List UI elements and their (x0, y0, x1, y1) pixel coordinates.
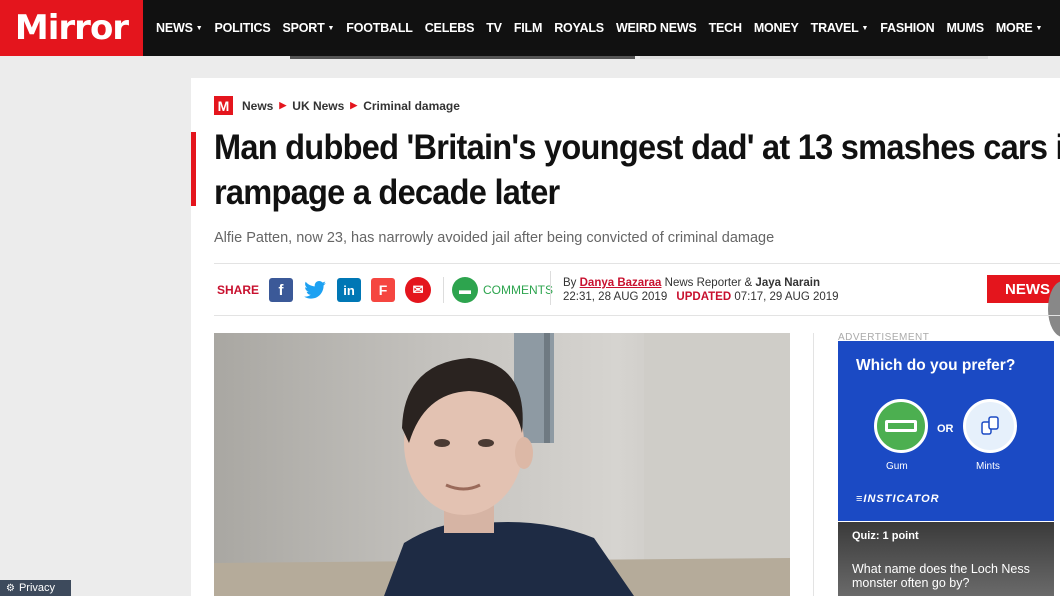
chevron-down-icon: ▼ (327, 24, 335, 32)
nav-item-news[interactable]: NEWS ▼ (150, 21, 208, 35)
header-ad-strip-right (640, 56, 988, 59)
article-container: M News ▶ UK News ▶ Criminal damage Man d… (191, 78, 1060, 596)
top-navigation-bar: Mirror NEWS ▼ POLITICS SPORT ▼ FOOTBALL CELEBS… (0, 0, 1060, 56)
updated-time: 07:17, 29 AUG 2019 (734, 291, 839, 303)
nav-item-label: FASHION (880, 21, 935, 35)
nav-item-weird-news[interactable]: WEIRD NEWS (610, 21, 703, 35)
nav-item-label: CELEBS (424, 21, 475, 35)
mints-option-button[interactable] (963, 399, 1017, 453)
mints-icon (981, 416, 999, 435)
byline: By Danya Bazaraa News Reporter & Jaya Na… (563, 276, 839, 304)
mirror-m-icon[interactable]: M (214, 96, 233, 115)
email-icon[interactable]: ✉ (405, 277, 432, 303)
nav-item-tv[interactable]: TV (480, 21, 508, 35)
nav-item-royals[interactable]: ROYALS (548, 21, 610, 35)
nav-item-label: POLITICS (214, 21, 271, 35)
nav-item-label: TRAVEL (810, 21, 859, 35)
share-divider (443, 277, 445, 303)
quiz-widget[interactable]: Quiz: 1 point What name does the Loch Ne… (838, 522, 1054, 596)
updated-label: UPDATED (676, 291, 732, 303)
byline-divider (550, 271, 551, 305)
chevron-down-icon: ▼ (861, 24, 869, 32)
byline-by: By (563, 277, 577, 289)
nav-item-label: MONEY (753, 21, 799, 35)
quiz-tag: Quiz: 1 point (852, 530, 919, 542)
nav-item-film[interactable]: FILM (508, 21, 548, 35)
nav-item-label: NEWS (156, 21, 193, 35)
chevron-down-icon: ▼ (1035, 24, 1043, 32)
linkedin-icon[interactable]: in (337, 278, 362, 302)
nav-item-money[interactable]: MONEY (748, 21, 805, 35)
breadcrumb-item-uk-news[interactable]: UK News (292, 99, 344, 113)
article-headline: Man dubbed 'Britain's youngest dad' at 1… (214, 125, 1060, 215)
nav-item-label: MUMS (946, 21, 984, 35)
breadcrumb-item-news[interactable]: News (242, 99, 273, 113)
comments-link[interactable]: COMMENTS (483, 283, 553, 297)
privacy-label: Privacy (18, 582, 56, 594)
header-ad-strip (290, 56, 635, 59)
nav-item-politics[interactable]: POLITICS (208, 21, 276, 35)
chevron-right-icon: ▶ (350, 100, 358, 110)
published-time: 22:31, 28 AUG 2019 (563, 291, 668, 303)
nav-item-celebs[interactable]: CELEBS (419, 21, 481, 35)
chevron-right-icon: ▶ (279, 100, 287, 110)
insticator-logo[interactable]: ≡INSTICATOR (856, 493, 940, 505)
nav-item-label: FOOTBALL (346, 21, 413, 35)
headline-line-1: Man dubbed 'Britain's youngest dad' at 1… (214, 128, 1060, 167)
poll-or-label: OR (937, 423, 954, 435)
author-link-1[interactable]: Danya Bazaraa (580, 277, 662, 289)
article-hero-image[interactable] (214, 333, 790, 596)
nav-item-label: MORE (995, 21, 1033, 35)
poll-widget: Which do you prefer? OR Gum Mints ≡INSTI… (838, 341, 1054, 521)
breadcrumb-item-criminal-damage[interactable]: Criminal damage (363, 99, 460, 113)
share-label: SHARE (217, 283, 260, 297)
nav-item-label: SPORT (282, 21, 325, 35)
breadcrumb: M News ▶ UK News ▶ Criminal damage (214, 96, 460, 115)
nav-item-label: TECH (708, 21, 742, 35)
mirror-logo[interactable]: Mirror (0, 0, 143, 56)
twitter-icon[interactable] (303, 278, 327, 302)
nav-item-label: TV (486, 21, 502, 35)
headline-line-2: rampage a decade later (214, 173, 560, 212)
nav-item-football[interactable]: FOOTBALL (340, 21, 418, 35)
facebook-icon[interactable]: f (269, 278, 294, 302)
article-standfirst: Alfie Patten, now 23, has narrowly avoid… (214, 230, 775, 246)
chevron-down-icon: ▼ (195, 24, 203, 32)
comment-icon[interactable]: ▬ (452, 277, 479, 303)
nav-item-tech[interactable]: TECH (703, 21, 748, 35)
gear-icon: ⚙ (6, 582, 15, 594)
nav-item-label: WEIRD NEWS (615, 21, 697, 35)
quiz-question: What name does the Loch Ness monster oft… (852, 562, 1030, 590)
nav-item-label: FILM (513, 21, 543, 35)
gum-label: Gum (886, 461, 908, 472)
nav-item-more[interactable]: MORE ▼ (990, 21, 1048, 35)
flipboard-icon[interactable]: F (371, 278, 396, 302)
gum-icon (885, 420, 917, 432)
gum-option-button[interactable] (874, 399, 928, 453)
share-bar: SHARE f in F ✉ ▬ COMMENTS (217, 275, 553, 305)
nav-item-fashion[interactable]: FASHION (874, 21, 940, 35)
mints-label: Mints (976, 461, 1000, 472)
privacy-button[interactable]: ⚙ Privacy (0, 580, 71, 596)
poll-question: Which do you prefer? (856, 357, 1016, 374)
author-role: News Reporter & (664, 277, 753, 289)
nav-item-label: ROYALS (554, 21, 604, 35)
nav-item-sport[interactable]: SPORT ▼ (276, 21, 340, 35)
divider (214, 263, 1060, 264)
headline-accent-bar (191, 132, 196, 206)
divider (214, 315, 1060, 316)
main-nav: NEWS ▼ POLITICS SPORT ▼ FOOTBALL CELEBS TV FILM R… (150, 0, 1048, 56)
nav-item-mums[interactable]: MUMS (940, 21, 989, 35)
nav-item-travel[interactable]: TRAVEL ▼ (805, 21, 875, 35)
column-divider (813, 333, 814, 596)
author-name-2: Jaya Narain (755, 277, 820, 289)
